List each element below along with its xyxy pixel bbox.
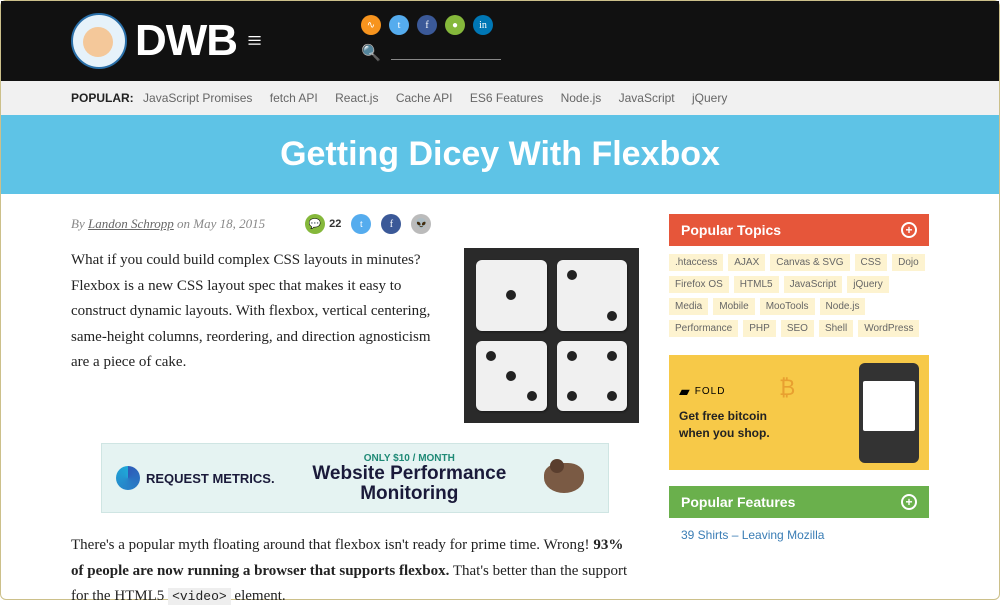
popular-link[interactable]: JavaScript — [619, 91, 675, 105]
reddit-share-icon[interactable]: 👽 — [411, 214, 431, 234]
facebook-icon[interactable]: f — [417, 15, 437, 35]
popular-link[interactable]: fetch API — [270, 91, 318, 105]
tag[interactable]: MooTools — [760, 298, 815, 315]
feature-list: 39 Shirts – Leaving Mozilla — [669, 518, 929, 552]
bitcoin-icon: ₿ — [779, 375, 795, 401]
twitter-share-icon[interactable]: t — [351, 214, 371, 234]
linkedin-icon[interactable]: in — [473, 15, 493, 35]
twitter-icon[interactable]: t — [389, 15, 409, 35]
popular-label: POPULAR: — [71, 91, 134, 105]
search-input[interactable] — [391, 46, 501, 60]
tag[interactable]: SEO — [781, 320, 814, 337]
tag-list: .htaccess AJAX Canvas & SVG CSS Dojo Fir… — [669, 246, 929, 345]
facebook-share-icon[interactable]: f — [381, 214, 401, 234]
popular-link[interactable]: React.js — [335, 91, 378, 105]
feature-link[interactable]: 39 Shirts – Leaving Mozilla — [681, 528, 824, 542]
post-date: May 18, 2015 — [193, 216, 265, 231]
byline: By Landon Schropp on May 18, 2015 💬22 t … — [71, 214, 639, 234]
tag[interactable]: Shell — [819, 320, 853, 337]
ad-request-metrics[interactable]: REQUEST METRICS. ONLY $10 / MONTH Websit… — [101, 443, 609, 513]
tag[interactable]: CSS — [855, 254, 888, 271]
expand-icon[interactable]: + — [901, 494, 917, 510]
popular-bar: POPULAR: JavaScript Promises fetch API R… — [1, 81, 999, 115]
intro-paragraph: What if you could build complex CSS layo… — [71, 248, 444, 423]
tag[interactable]: Dojo — [892, 254, 925, 271]
logo-text[interactable]: DWB — [135, 16, 237, 66]
popular-link[interactable]: jQuery — [692, 91, 727, 105]
popular-link[interactable]: JavaScript Promises — [143, 91, 252, 105]
spotify-icon[interactable]: ● — [445, 15, 465, 35]
popular-link[interactable]: Node.js — [561, 91, 602, 105]
tag[interactable]: PHP — [743, 320, 776, 337]
article-main: By Landon Schropp on May 18, 2015 💬22 t … — [71, 214, 639, 610]
code-snippet: <video> — [168, 588, 231, 605]
tag[interactable]: Canvas & SVG — [770, 254, 849, 271]
rss-icon[interactable]: ∿ — [361, 15, 381, 35]
comment-icon[interactable]: 💬 — [305, 214, 325, 234]
body-paragraph: There's a popular myth floating around t… — [71, 533, 639, 610]
tag[interactable]: Node.js — [820, 298, 866, 315]
page-title: Getting Dicey With Flexbox — [1, 135, 999, 174]
tag[interactable]: JavaScript — [784, 276, 843, 293]
tag[interactable]: WordPress — [858, 320, 919, 337]
tag[interactable]: HTML5 — [734, 276, 779, 293]
tag[interactable]: Performance — [669, 320, 738, 337]
fold-brand: ▰FOLD — [679, 383, 770, 400]
menu-icon[interactable]: ≡ — [247, 26, 262, 56]
sloth-icon — [544, 463, 584, 493]
author-link[interactable]: Landon Schropp — [88, 216, 174, 231]
logo-icon[interactable] — [71, 13, 127, 69]
popular-link[interactable]: Cache API — [396, 91, 453, 105]
expand-icon[interactable]: + — [901, 222, 917, 238]
sidebar: Popular Topics + .htaccess AJAX Canvas &… — [669, 214, 929, 610]
search-icon[interactable]: 🔍 — [361, 43, 381, 63]
comment-count[interactable]: 22 — [329, 218, 341, 230]
tag[interactable]: .htaccess — [669, 254, 723, 271]
title-bar: Getting Dicey With Flexbox — [1, 115, 999, 194]
popular-topics-header[interactable]: Popular Topics + — [669, 214, 929, 246]
tag[interactable]: Media — [669, 298, 708, 315]
tag[interactable]: jQuery — [847, 276, 888, 293]
ad-fold[interactable]: ▰FOLD Get free bitcoinwhen you shop. ₿ — [669, 355, 929, 470]
popular-features-header[interactable]: Popular Features + — [669, 486, 929, 518]
tag[interactable]: AJAX — [728, 254, 765, 271]
tag[interactable]: Firefox OS — [669, 276, 729, 293]
phone-icon — [859, 363, 919, 463]
dice-image — [464, 248, 639, 423]
search-bar[interactable]: 🔍 — [361, 43, 501, 63]
rm-logo-icon — [116, 466, 140, 490]
social-icons: ∿ t f ● in — [361, 15, 493, 35]
header: DWB ≡ ∿ t f ● in 🔍 — [1, 1, 999, 81]
popular-link[interactable]: ES6 Features — [470, 91, 543, 105]
tag[interactable]: Mobile — [713, 298, 754, 315]
